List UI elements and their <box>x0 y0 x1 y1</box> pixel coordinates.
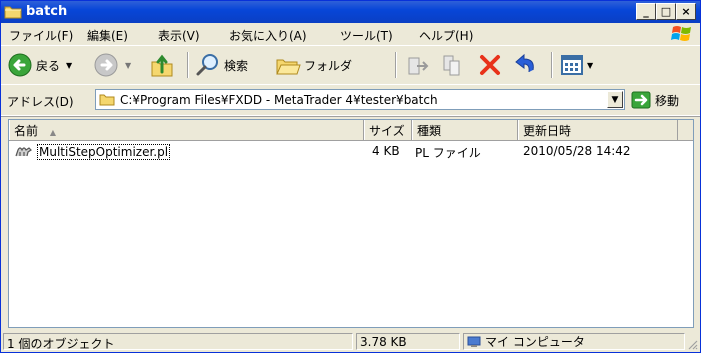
file-size: 4 KB <box>372 144 400 158</box>
table-row[interactable]: MultiStepOptimizer.pl 4 KB PL ファイル 2010/… <box>9 142 693 160</box>
back-label: 戻る <box>36 58 61 73</box>
toolbar: 戻る ▼ ▼ 検索 フォルダ ▼ <box>1 46 700 85</box>
sort-ascending-icon: ▲ <box>49 128 56 137</box>
status-size: 3.78 KB <box>356 333 460 350</box>
folders-label: フォルダ <box>304 58 353 73</box>
status-size-text: 3.78 KB <box>360 335 407 349</box>
back-arrow-icon <box>8 53 32 77</box>
column-type-label: 種類 <box>417 124 442 138</box>
menu-view[interactable]: 表示(V) <box>158 27 200 44</box>
search-button[interactable]: 検索 <box>195 51 248 79</box>
close-icon: × <box>681 5 691 18</box>
file-list[interactable]: 名前 ▲ サイズ 種類 更新日時 MultiStepOptimizer.pl 4… <box>8 119 694 328</box>
status-bar: 1 個のオブジェクト 3.78 KB マイ コンピュータ <box>1 331 700 352</box>
go-arrow-icon <box>631 91 651 109</box>
folder-icon <box>99 94 115 106</box>
menu-help[interactable]: ヘルプ(H) <box>419 27 473 44</box>
status-objects-text: 1 個のオブジェクト <box>7 337 115 351</box>
column-header-modified[interactable]: 更新日時 <box>518 120 678 140</box>
views-button[interactable]: ▼ <box>559 51 593 79</box>
column-header-type[interactable]: 種類 <box>412 120 518 140</box>
menu-tools[interactable]: ツール(T) <box>340 27 393 44</box>
copy-to-button[interactable] <box>441 51 467 79</box>
forward-arrow-icon <box>94 53 118 77</box>
address-label: アドレス(D) <box>7 95 74 109</box>
perl-camel-icon <box>15 147 32 157</box>
column-header-name[interactable]: 名前 ▲ <box>9 120 364 140</box>
copy-to-icon <box>443 55 460 76</box>
menu-file[interactable]: ファイル(F) <box>9 27 73 44</box>
menu-bar: ファイル(F) 編集(E) 表示(V) お気に入り(A) ツール(T) ヘルプ(… <box>1 23 700 46</box>
column-modified-label: 更新日時 <box>523 124 572 138</box>
file-modified: 2010/05/28 14:42 <box>523 144 631 158</box>
window-title: batch <box>26 4 68 19</box>
address-path: C:¥Program Files¥FXDD - MetaTrader 4¥tes… <box>120 93 438 107</box>
search-label: 検索 <box>224 58 249 73</box>
forward-dropdown-icon[interactable]: ▼ <box>125 61 131 70</box>
folders-button[interactable]: フォルダ <box>275 51 352 79</box>
folders-icon <box>276 59 301 75</box>
folder-icon <box>4 6 22 19</box>
list-header: 名前 ▲ サイズ 種類 更新日時 <box>9 120 693 141</box>
views-dropdown-icon[interactable]: ▼ <box>587 61 593 70</box>
search-icon <box>196 54 218 76</box>
delete-x-icon <box>480 55 500 75</box>
my-computer-icon <box>467 336 481 347</box>
windows-logo-icon <box>671 26 691 41</box>
explorer-window: batch _ □ × ファイル(F) 編集(E) 表示(V) お気に入り(A)… <box>0 0 701 353</box>
status-zone: マイ コンピュータ <box>463 333 685 350</box>
minimize-button[interactable]: _ <box>636 3 656 20</box>
address-bar: アドレス(D) C:¥Program Files¥FXDD - MetaTrad… <box>1 85 700 116</box>
move-to-button[interactable] <box>405 51 431 79</box>
back-dropdown-icon[interactable]: ▼ <box>66 61 72 70</box>
forward-button[interactable]: ▼ <box>93 51 131 79</box>
up-folder-icon <box>151 54 173 77</box>
chevron-down-icon: ▼ <box>611 94 619 105</box>
menu-favorites[interactable]: お気に入り(A) <box>229 27 307 44</box>
maximize-icon: □ <box>660 5 672 18</box>
undo-button[interactable] <box>513 51 539 79</box>
file-name[interactable]: MultiStepOptimizer.pl <box>37 144 171 160</box>
up-folder-button[interactable] <box>149 51 175 79</box>
toolbar-separator <box>395 52 397 78</box>
views-icon <box>561 55 583 75</box>
toolbar-separator <box>551 52 553 78</box>
column-size-label: サイズ <box>369 124 405 138</box>
delete-button[interactable] <box>477 51 503 79</box>
column-header-size[interactable]: サイズ <box>364 120 412 140</box>
title-bar[interactable]: batch _ □ × <box>1 1 700 23</box>
toolbar-separator <box>187 52 189 78</box>
address-dropdown-button[interactable]: ▼ <box>607 91 623 108</box>
go-button[interactable]: 移動 <box>631 89 679 111</box>
back-button[interactable]: 戻る ▼ <box>7 51 72 79</box>
move-to-icon <box>408 57 429 75</box>
status-zone-text: マイ コンピュータ <box>485 335 585 349</box>
close-button[interactable]: × <box>676 3 696 20</box>
minimize-icon: _ <box>643 5 649 18</box>
undo-icon <box>515 53 534 73</box>
file-type: PL ファイル <box>415 146 481 160</box>
address-input[interactable]: C:¥Program Files¥FXDD - MetaTrader 4¥tes… <box>95 89 625 110</box>
column-name-label: 名前 <box>14 124 39 138</box>
status-object-count: 1 個のオブジェクト <box>3 333 353 351</box>
resize-grip-icon[interactable] <box>686 338 698 350</box>
maximize-button[interactable]: □ <box>656 3 676 20</box>
go-label: 移動 <box>655 93 680 108</box>
menu-edit[interactable]: 編集(E) <box>87 27 128 44</box>
